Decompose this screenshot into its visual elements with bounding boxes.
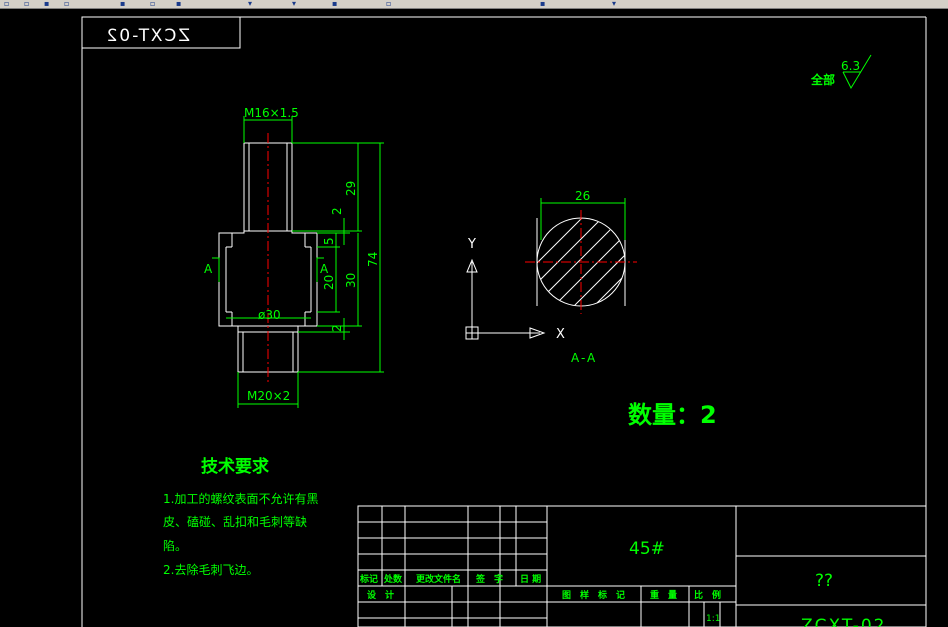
section-width-dim: 26 [575, 189, 590, 203]
section-mark-left: A [204, 262, 213, 276]
title-block-scale-value: 1:1 [706, 614, 720, 624]
dim-diameter-mid: ø30 [258, 308, 281, 322]
title-block [357, 505, 927, 627]
roughness-prefix: 全部 [810, 72, 835, 87]
dim-20: 20 [322, 275, 336, 290]
title-block-header-date: 日 期 [520, 573, 541, 585]
dim-30: 30 [344, 273, 358, 288]
section-mark-right: A [320, 262, 329, 276]
section-view: 26 A-A [525, 189, 637, 365]
dim-thread-bottom: M20×2 [247, 389, 290, 403]
title-block-scale-label: 比 例 [694, 589, 721, 601]
title-block-weight-label: 重 量 [650, 589, 677, 601]
front-view: M16×1.5 M20×2 ø30 29 2 5 20 30 2 74 A A [204, 106, 384, 408]
title-block-material: 45# [629, 539, 665, 559]
tech-req-line-3: 陷。 [163, 538, 187, 553]
dim-74: 74 [366, 252, 380, 267]
mirrored-drawing-code: ZCXT-02 [105, 26, 190, 46]
dim-2-lower: 2 [330, 324, 344, 332]
title-block-header-sign: 签 字 [475, 573, 503, 585]
title-block-drawing-no: ZCXT-02 [801, 616, 886, 627]
tech-req-line-4: 2.去除毛刺飞边。 [163, 562, 258, 577]
drawing-frame [81, 16, 927, 627]
ucs-x-label: X [556, 327, 565, 342]
section-label: A-A [571, 351, 597, 365]
quantity-label: 数量：2 [628, 401, 717, 429]
drawing-canvas[interactable]: ZCXT-02 全部 6.3 M16×1.5 M20×2 ø30 29 2 5 … [0, 0, 948, 627]
title-block-header-count: 处数 [383, 573, 403, 585]
dim-29: 29 [344, 181, 358, 196]
title-block-part-name: ?? [815, 571, 833, 591]
dim-2-upper: 2 [330, 207, 344, 215]
title-block-design-label: 设 计 [367, 589, 394, 601]
roughness-symbol: 全部 6.3 [810, 54, 872, 90]
tech-req-title: 技术要求 [201, 456, 269, 477]
roughness-value: 6.3 [841, 59, 860, 73]
title-block-header-mark: 标记 [359, 573, 378, 585]
title-block-header-file: 更改文件名 [416, 573, 461, 585]
dim-thread-top: M16×1.5 [244, 106, 299, 120]
ucs-y-label: Y [467, 237, 476, 252]
tech-req-line-2: 皮、磕碰、乱扣和毛刺等缺 [163, 514, 307, 529]
tech-req-line-1: 1.加工的螺纹表面不允许有黑 [163, 491, 318, 506]
dim-5: 5 [322, 237, 336, 245]
ucs-icon [465, 258, 546, 340]
title-block-stage-label: 图 样 标 记 [562, 589, 625, 601]
